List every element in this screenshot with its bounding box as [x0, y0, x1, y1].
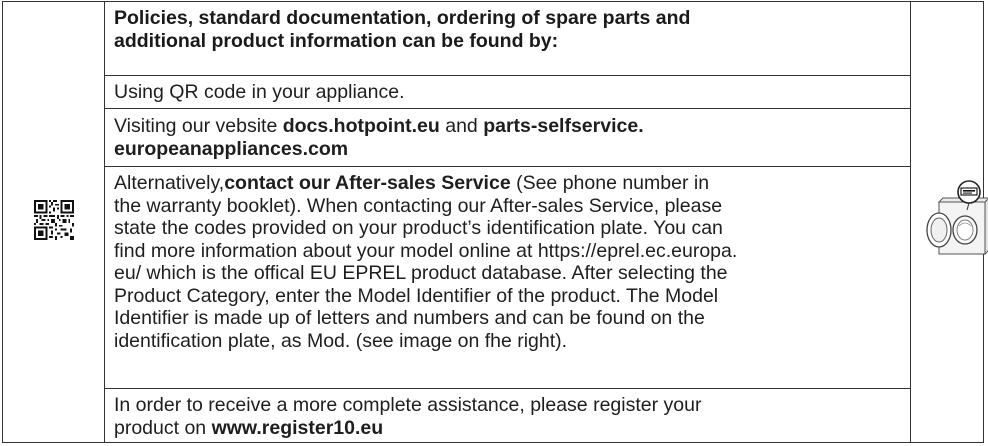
- aftersales-line-1: Alternatively,contact our After-sales Se…: [114, 172, 900, 195]
- parts-website-link-part-1[interactable]: parts-selfservice.: [483, 115, 643, 137]
- parts-website-link-part-2[interactable]: europeanappliances.com: [114, 138, 900, 161]
- register-row: In order to receive a more complete assi…: [105, 389, 910, 444]
- aftersales-line-5: eu/ which is the offical EU EPREL produc…: [114, 262, 728, 284]
- register-line-1: In order to receive a more complete assi…: [114, 394, 702, 416]
- aftersales-line-2: the warranty booklet). When contacting o…: [114, 194, 723, 217]
- aftersales-line-1-rest: (See phone number in: [510, 172, 710, 194]
- qr-code-row: Using QR code in your appliance.: [105, 76, 910, 109]
- heading-line-1: Policies, standard documentation, orderi…: [114, 7, 691, 29]
- website-row: Visiting our vebsite docs.hotpoint.eu an…: [105, 109, 910, 167]
- register-line-2: product on www.register10.eu: [114, 417, 900, 440]
- qr-code-text: Using QR code in your appliance.: [114, 81, 405, 103]
- info-panel: Policies, standard documentation, orderi…: [2, 1, 988, 443]
- website-line-1: Visiting our vebsite docs.hotpoint.eu an…: [114, 115, 900, 138]
- aftersales-line-7: Identifier is made up of letters and num…: [114, 307, 705, 329]
- image-column: [911, 2, 988, 442]
- heading-line-2: additional product information can be fo…: [114, 29, 559, 52]
- register-link[interactable]: www.register10.eu: [212, 417, 384, 439]
- heading-row: Policies, standard documentation, orderi…: [105, 2, 910, 76]
- website-mid: and: [439, 115, 484, 137]
- aftersales-contact: contact our After-sales Service: [224, 172, 511, 194]
- aftersales-line-3: state the codes provided on your product…: [114, 217, 723, 239]
- aftersales-prefix: Alternatively,: [114, 172, 225, 194]
- info-text-column: Policies, standard documentation, orderi…: [105, 2, 911, 442]
- website-prefix: Visiting our vebsite: [114, 115, 283, 137]
- qr-code-icon: [34, 200, 74, 240]
- aftersales-line-8: identification plate, as Mod. (see image…: [114, 329, 568, 352]
- aftersales-row: Alternatively,contact our After-sales Se…: [105, 167, 910, 389]
- aftersales-line-4: find more information about your model o…: [114, 239, 738, 262]
- register-prefix: product on: [114, 416, 212, 439]
- docs-website-link[interactable]: docs.hotpoint.eu: [283, 115, 440, 137]
- washing-machine-icon: [926, 180, 988, 256]
- qr-column: [3, 2, 105, 442]
- aftersales-line-6: Product Category, enter the Model Identi…: [114, 284, 719, 307]
